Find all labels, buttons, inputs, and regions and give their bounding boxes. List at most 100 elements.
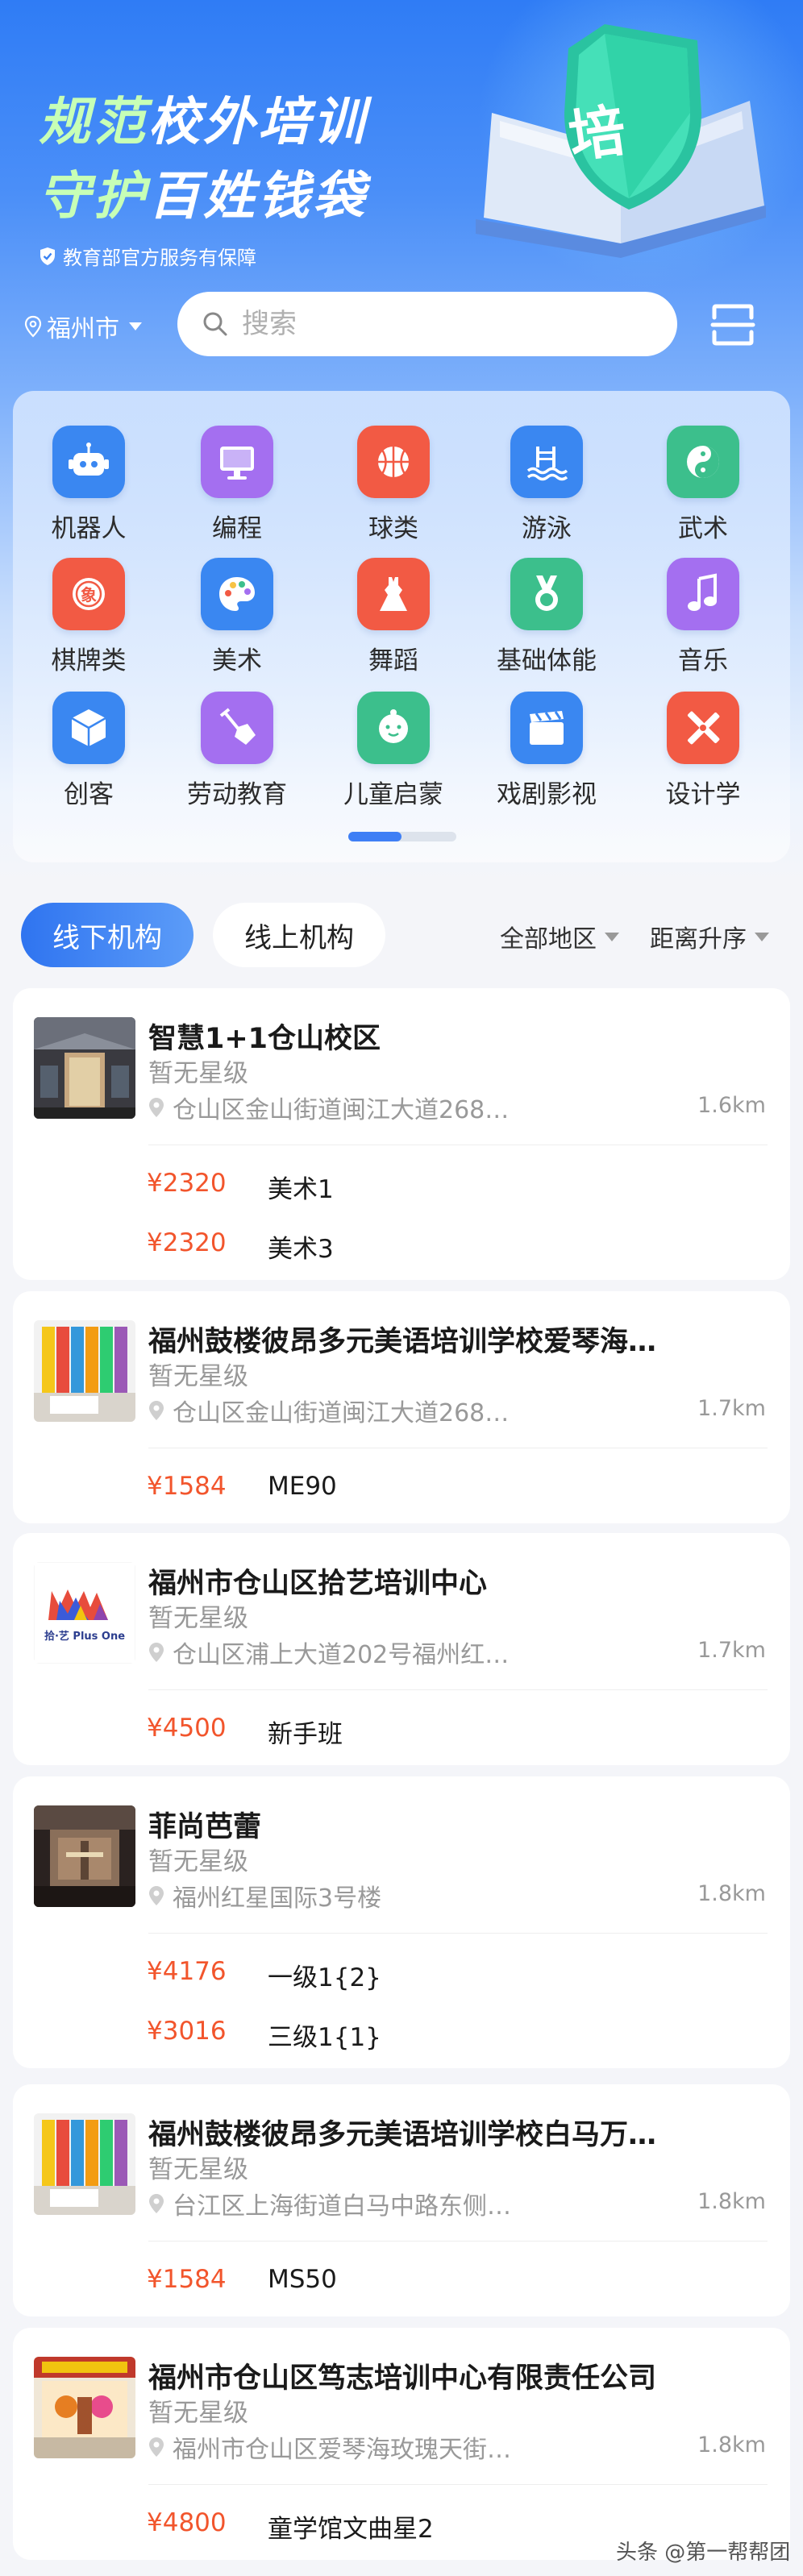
institution-rating: 暂无星级 xyxy=(148,1059,248,1088)
course-row[interactable]: ¥4800 童学馆文曲星2 xyxy=(147,2508,434,2545)
city-selector[interactable]: 福州市 xyxy=(24,309,142,344)
institution-address-text: 仓山区金山街道闽江大道268… xyxy=(173,1096,510,1124)
page-indicator xyxy=(348,832,456,841)
palette-icon xyxy=(219,577,255,611)
institution-distance: 1.8km xyxy=(697,1881,766,1906)
divider xyxy=(148,2484,768,2485)
institution-rating: 暂无星级 xyxy=(148,2155,248,2184)
banner-title-line2: 守护百姓钱袋 xyxy=(39,155,368,229)
institution-card[interactable]: 智慧1+1仓山校区 暂无星级 仓山区金山街道闽江大道268… 1.6km ¥2320 美术… xyxy=(13,988,790,1280)
institution-photo xyxy=(34,1320,135,1422)
category-medal[interactable]: 基础体能 xyxy=(474,558,619,687)
institution-name: 智慧1+1仓山校区 xyxy=(148,1023,381,1055)
category-cube[interactable]: 创客 xyxy=(16,692,161,821)
banner-subtitle: 教育部官方服务有保障 xyxy=(39,242,256,270)
location-pin-icon xyxy=(24,315,42,338)
course-name: 三级1{1} xyxy=(268,2023,381,2052)
institution-address: 仓山区金山街道闽江大道268… xyxy=(148,1090,509,1125)
category-music-note[interactable]: 音乐 xyxy=(630,558,776,687)
category-label: 棋牌类 xyxy=(51,646,127,675)
city-label: 福州市 xyxy=(47,315,119,343)
category-basketball[interactable]: 球类 xyxy=(321,426,466,555)
category-icon-tile xyxy=(357,426,430,498)
course-row[interactable]: ¥1584 ME90 xyxy=(147,1472,337,1501)
robot-icon xyxy=(69,442,109,476)
category-label: 设计学 xyxy=(665,780,741,809)
institution-address: 台江区上海街道白马中路东侧… xyxy=(148,2186,511,2221)
institution-card[interactable]: 福州市仓山区笃志培训中心有限责任公司 暂无星级 福州市仓山区爱琴海玫瑰天街… 1.8k… xyxy=(13,2328,790,2560)
category-robot[interactable]: 机器人 xyxy=(16,426,161,555)
shield-check-icon xyxy=(40,247,55,265)
chevron-down-icon xyxy=(129,322,142,330)
category-taiji[interactable]: 武术 xyxy=(630,426,776,555)
institution-rating: 暂无星级 xyxy=(148,2399,248,2428)
category-chess[interactable]: 象棋牌类 xyxy=(16,558,161,687)
location-pin-icon xyxy=(149,1886,164,1905)
institution-address: 仓山区浦上大道202号福州红… xyxy=(148,1635,509,1670)
institution-address: 福州红星国际3号楼 xyxy=(148,1878,381,1913)
course-row[interactable]: ¥2320 美术3 xyxy=(147,1228,334,1265)
category-palette[interactable]: 美术 xyxy=(164,558,310,687)
course-row[interactable]: ¥3016 三级1{1} xyxy=(147,2017,381,2053)
tab-offline[interactable]: 线下机构 xyxy=(21,903,193,967)
location-pin-icon xyxy=(149,1643,164,1662)
course-row[interactable]: ¥4500 新手班 xyxy=(147,1714,343,1750)
institution-photo xyxy=(34,1017,135,1119)
search-input[interactable] xyxy=(242,308,629,340)
category-clapper[interactable]: 戏剧影视 xyxy=(474,692,619,821)
course-row[interactable]: ¥1584 MS50 xyxy=(147,2265,337,2294)
institution-rating: 暂无星级 xyxy=(148,1847,248,1876)
institution-photo xyxy=(34,1805,135,1907)
institution-card[interactable]: 菲尚芭蕾暂无星级 福州红星国际3号楼 1.8km ¥4176 一级1{2} ¥3016 三级… xyxy=(13,1776,790,2068)
course-name: 美术1 xyxy=(268,1175,334,1204)
category-baby[interactable]: 儿童启蒙 xyxy=(321,692,466,821)
monitor-icon xyxy=(220,447,254,480)
search-bar[interactable] xyxy=(177,292,677,356)
category-icon-tile xyxy=(510,692,583,764)
category-label: 编程 xyxy=(212,514,262,543)
course-price: ¥1584 xyxy=(147,1472,227,1501)
page-indicator-active xyxy=(348,832,402,841)
clapper-icon xyxy=(530,711,564,745)
category-dress[interactable]: 舞蹈 xyxy=(321,558,466,687)
chess-icon: 象 xyxy=(73,578,105,610)
institution-card[interactable]: 拾·艺 Plus One 福州市仓山区拾艺培训中心 暂无星级 仓山区浦上大道202号福… xyxy=(13,1533,790,1765)
institution-card[interactable]: 福州鼓楼彼昂多元美语培训学校爱琴海… 暂无星级 仓山区金山街道闽江大道268… 1.7… xyxy=(13,1291,790,1523)
category-label: 创客 xyxy=(64,780,114,809)
basketball-icon xyxy=(377,445,410,479)
category-icon-tile xyxy=(201,558,273,630)
course-name: MS50 xyxy=(268,2265,337,2294)
caret-down-icon xyxy=(755,932,769,941)
category-label: 基础体能 xyxy=(497,646,597,675)
scan-icon[interactable] xyxy=(709,301,756,348)
category-icon-tile xyxy=(52,692,125,764)
tab-online[interactable]: 线上机构 xyxy=(213,903,385,967)
category-label: 儿童启蒙 xyxy=(343,780,443,809)
baby-icon xyxy=(379,709,408,743)
medal-icon xyxy=(535,575,558,611)
category-monitor[interactable]: 编程 xyxy=(164,426,310,555)
institution-photo: 拾·艺 Plus One xyxy=(34,1562,135,1664)
course-row[interactable]: ¥4176 一级1{2} xyxy=(147,1957,381,1993)
institution-name: 菲尚芭蕾 xyxy=(148,1811,262,1843)
category-shovel[interactable]: 劳动教育 xyxy=(164,692,310,821)
institution-name: 福州鼓楼彼昂多元美语培训学校白马万… xyxy=(148,2119,657,2151)
location-pin-icon xyxy=(149,1401,164,1420)
category-swimming[interactable]: 游泳 xyxy=(474,426,619,555)
divider xyxy=(148,1933,768,1934)
category-design-tools[interactable]: 设计学 xyxy=(630,692,776,821)
tab-online-label: 线上机构 xyxy=(244,921,354,954)
banner-highlight: 守护 xyxy=(39,167,148,226)
dress-icon xyxy=(380,577,407,611)
sort-filter[interactable]: 距离升序 xyxy=(650,919,769,954)
institution-distance: 1.8km xyxy=(697,2189,766,2214)
institution-card[interactable]: 福州鼓楼彼昂多元美语培训学校白马万… 暂无星级 台江区上海街道白马中路东侧… 1.8k… xyxy=(13,2084,790,2316)
watermark: 头条 @第一帮帮团 xyxy=(616,2541,791,2565)
music-note-icon xyxy=(688,573,717,611)
category-icon-tile xyxy=(52,426,125,498)
course-row[interactable]: ¥2320 美术1 xyxy=(147,1169,334,1205)
sort-filter-label: 距离升序 xyxy=(650,925,747,954)
category-label: 戏剧影视 xyxy=(497,780,597,809)
region-filter[interactable]: 全部地区 xyxy=(500,919,619,954)
course-name: ME90 xyxy=(268,1472,337,1501)
